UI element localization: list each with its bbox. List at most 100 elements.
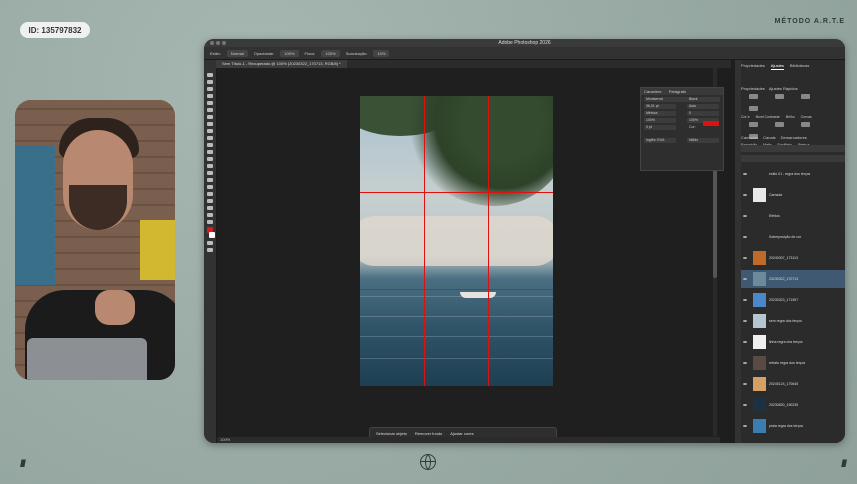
layer-row[interactable]: Efeitos [741, 207, 845, 225]
font-size-field[interactable]: 36,01 pt [644, 104, 676, 109]
font-style-select[interactable]: Black [687, 97, 719, 102]
zoom-tool-icon[interactable] [207, 213, 213, 217]
layer-row[interactable]: sem regra dos terços [741, 312, 845, 330]
healing-tool-icon[interactable] [207, 122, 213, 126]
brightness-icon[interactable] [801, 94, 811, 99]
text-color-swatch[interactable] [703, 121, 719, 126]
curves-icon[interactable] [749, 106, 758, 111]
background-color-swatch[interactable] [209, 232, 215, 238]
eyedropper-tool-icon[interactable] [207, 115, 213, 119]
layer-row[interactable]: 20230322_170713 [741, 270, 845, 288]
visibility-eye-icon[interactable] [743, 257, 747, 259]
tab-adjustments[interactable]: Ajustes [770, 63, 784, 70]
visibility-eye-icon[interactable] [743, 299, 747, 301]
layer-row[interactable]: 20230830_190235 [741, 396, 845, 414]
tab-paragraph[interactable]: Parágrafo [669, 89, 687, 94]
visibility-eye-icon[interactable] [743, 278, 747, 280]
visibility-eye-icon[interactable] [743, 404, 747, 406]
layer-row[interactable]: linha regra dos terços [741, 333, 845, 351]
photo-clouds [360, 216, 553, 266]
layer-row[interactable]: 20240124_170645 [741, 375, 845, 393]
hand-tool-icon[interactable] [207, 206, 213, 210]
layer-row[interactable]: Sobreposição de cor [741, 228, 845, 246]
adjust-colors-button[interactable]: Ajustar cores [450, 431, 473, 436]
layers-panel: Camadas Canais Demarcadores estilo 01 - … [741, 135, 845, 443]
thirds-guide-vertical [488, 96, 489, 386]
select-object-button[interactable]: Selecionar objeto [376, 431, 407, 436]
opacity-field[interactable]: 100% [280, 49, 299, 57]
layer-row[interactable]: 20240307_173113 [741, 249, 845, 267]
kerning-field[interactable]: Métrica [644, 111, 676, 116]
tab-paths[interactable]: Demarcadores [781, 135, 807, 142]
tab-channels[interactable]: Canais [763, 135, 775, 142]
lasso-tool-icon[interactable] [207, 87, 213, 91]
marquee-tool-icon[interactable] [207, 80, 213, 84]
gradient-tool-icon[interactable] [207, 157, 213, 161]
type-tool-icon[interactable] [207, 185, 213, 189]
select-tool-icon[interactable] [207, 94, 213, 98]
language-select[interactable]: Inglês: EUA [644, 138, 676, 143]
layer-name: estilo 01 - regra dos terços [769, 172, 811, 176]
visibility-eye-icon[interactable] [743, 362, 747, 364]
layer-row[interactable]: Camada [741, 186, 845, 204]
visibility-eye-icon[interactable] [743, 236, 747, 238]
frame-tool-icon[interactable] [207, 108, 213, 112]
shape-tool-icon[interactable] [207, 199, 213, 203]
eraser-tool-icon[interactable] [207, 150, 213, 154]
smoothing-field[interactable]: 10% [373, 49, 390, 57]
layer-name: 20240307_173113 [769, 256, 798, 260]
dodge-tool-icon[interactable] [207, 171, 213, 175]
balance-icon[interactable] [801, 122, 811, 127]
crop-tool-icon[interactable] [207, 101, 213, 105]
tracking-field[interactable]: 0 [687, 111, 719, 116]
leading-field[interactable]: Auto [687, 104, 719, 109]
vertical-scale-field[interactable]: 100% [644, 118, 676, 123]
path-select-icon[interactable] [207, 192, 213, 196]
levels-icon[interactable] [775, 94, 785, 99]
canvas-photo[interactable] [360, 96, 553, 386]
brand-label: MÉTODO A.R.T.E [774, 18, 845, 25]
baseline-shift-field[interactable]: 0 pt [644, 125, 676, 130]
style-select[interactable]: Normal [226, 49, 248, 57]
layer-row[interactable]: praia regra dos terços [741, 417, 845, 435]
lock-fill-controls[interactable] [741, 155, 845, 162]
layer-row[interactable]: 20230323_171957 [741, 291, 845, 309]
visibility-eye-icon[interactable] [743, 383, 747, 385]
move-tool-icon[interactable] [207, 73, 213, 77]
history-brush-icon[interactable] [207, 143, 213, 147]
document-tab[interactable]: Sem Título-1 - Recuperado @ 100% (202303… [216, 60, 347, 68]
visibility-eye-icon[interactable] [743, 320, 747, 322]
quick-mask-icon[interactable] [207, 241, 213, 245]
hue-icon[interactable] [775, 122, 785, 127]
antialias-select[interactable]: Nítido [687, 138, 719, 143]
photo-boat [460, 292, 496, 298]
layer-row[interactable]: estilo 01 - regra dos terços [741, 165, 845, 183]
tab-libraries[interactable]: Bibliotecas [790, 63, 809, 70]
remove-background-button[interactable]: Remover fundo [415, 431, 442, 436]
blur-tool-icon[interactable] [207, 164, 213, 168]
visibility-eye-icon[interactable] [743, 341, 747, 343]
brush-tool-icon[interactable] [207, 129, 213, 133]
adjustments-panel: Propriedades Ajustes Rápidos Cor e Nível… [741, 86, 841, 147]
tab-properties[interactable]: Propriedades [741, 63, 765, 70]
layer-row[interactable]: retrato regra dos terços [741, 354, 845, 372]
exposure-icon[interactable] [749, 122, 758, 127]
pen-tool-icon[interactable] [207, 178, 213, 182]
visibility-eye-icon[interactable] [743, 173, 747, 175]
tab-layers[interactable]: Camadas [741, 135, 758, 142]
layer-thumbnail [753, 251, 766, 265]
blend-mode-select[interactable] [741, 145, 845, 152]
color-adjust-icon[interactable] [749, 94, 758, 99]
tab-character[interactable]: Caractere [644, 89, 662, 94]
layer-name: 20230323_171957 [769, 298, 799, 302]
stamp-tool-icon[interactable] [207, 136, 213, 140]
screen-mode-icon[interactable] [207, 248, 213, 252]
visibility-eye-icon[interactable] [743, 194, 747, 196]
laptop [27, 338, 147, 380]
visibility-eye-icon[interactable] [743, 215, 747, 217]
visibility-eye-icon[interactable] [743, 425, 747, 427]
more-tools-icon[interactable] [207, 220, 213, 224]
layer-name: Efeitos [769, 214, 780, 218]
layer-name: Sobreposição de cor [769, 235, 802, 239]
flow-field[interactable]: 100% [321, 49, 340, 57]
